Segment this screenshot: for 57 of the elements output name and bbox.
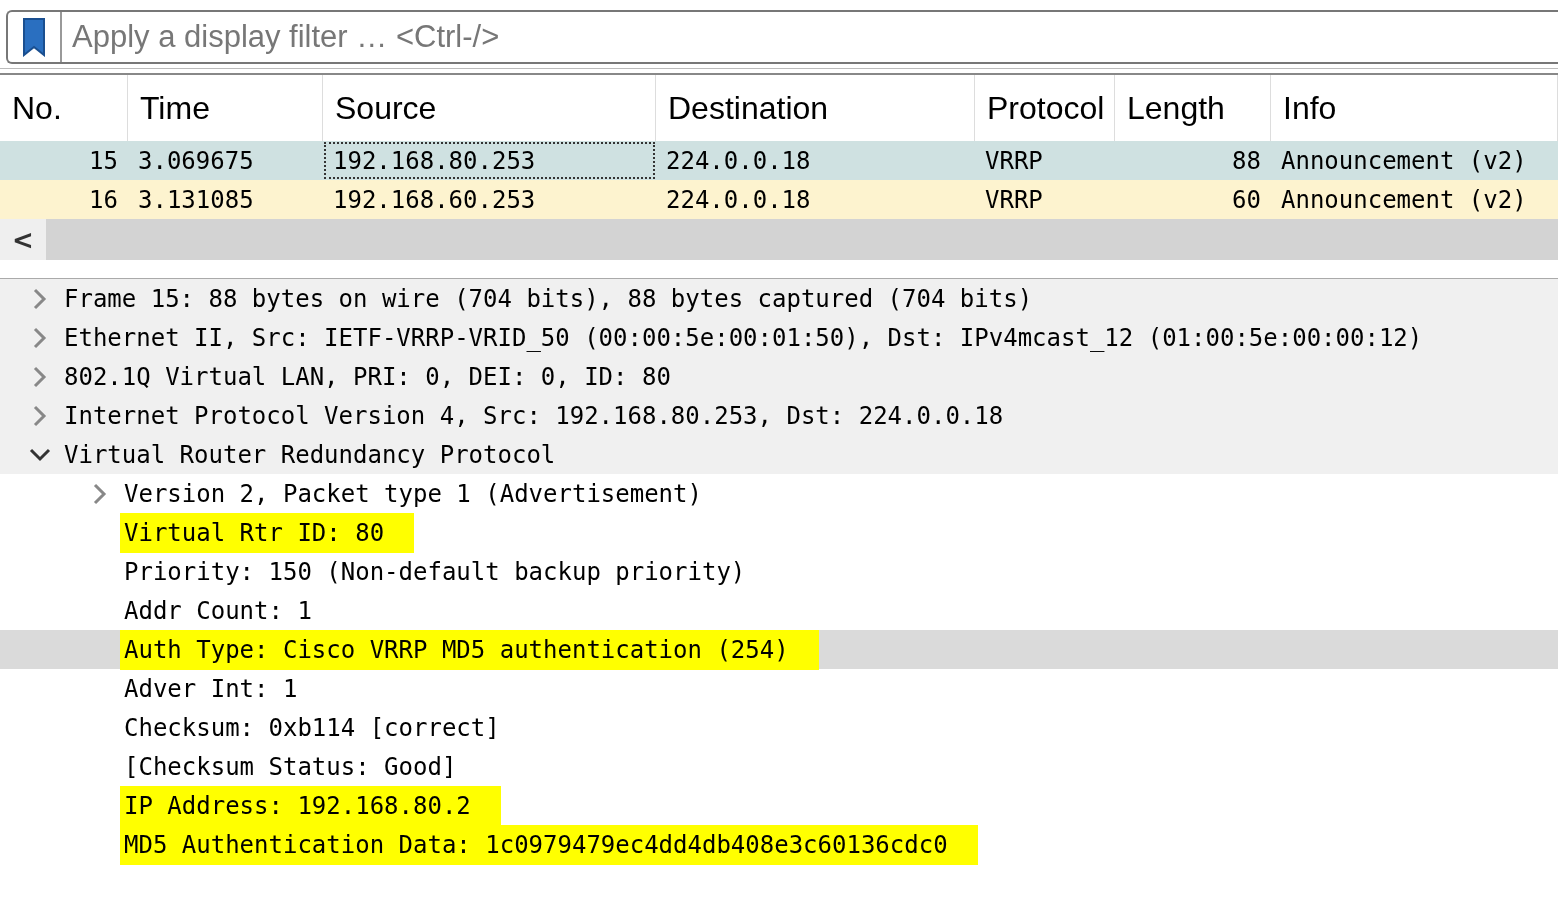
- tree-row[interactable]: Version 2, Packet type 1 (Advertisement): [0, 474, 1558, 513]
- tree-row[interactable]: Frame 15: 88 bytes on wire (704 bits), 88 bytes captured (704 bits): [0, 279, 1558, 318]
- tree-row[interactable]: Checksum: 0xb114 [correct]: [0, 708, 1558, 747]
- table-cell-text: 15: [88, 145, 119, 177]
- table-cell-text: 224.0.0.18: [665, 184, 812, 216]
- chevron-right-icon[interactable]: [33, 404, 47, 427]
- horizontal-scrollbar[interactable]: <: [0, 219, 1558, 260]
- packet-row[interactable]: 16 3.131085 192.168.60.253 224.0.0.18 VRRP 60 Announcement (v2): [0, 180, 1558, 219]
- tree-item-text: Internet Protocol Version 4, Src: 192.168.80.253, Dst: 224.0.0.18: [63, 400, 1005, 432]
- tree-row[interactable]: Virtual Router Redundancy Protocol: [0, 435, 1558, 474]
- tree-item-text: Auth Type: Cisco VRRP MD5 authentication (254): [120, 629, 819, 670]
- tree-row[interactable]: IP Address: 192.168.80.2: [0, 786, 1558, 825]
- tree-item-text: Adver Int: 1: [123, 673, 299, 705]
- display-filter-input[interactable]: Apply a display filter … <Ctrl-/>: [62, 18, 1558, 56]
- table-cell-text: 16: [88, 184, 119, 216]
- table-cell-text: 88: [1231, 145, 1262, 177]
- tree-item-text: IP Address: 192.168.80.2: [120, 785, 501, 826]
- table-cell-text: 3.131085: [137, 184, 255, 216]
- table-cell: 192.168.80.253: [323, 141, 656, 180]
- table-cell-text: 192.168.60.253: [332, 184, 537, 216]
- tree-item-text: [Checksum Status: Good]: [123, 751, 458, 783]
- tree-item-text: Addr Count: 1: [123, 595, 313, 627]
- tree-item-text: Ethernet II, Src: IETF-VRRP-VRID_50 (00:00:5e:00:01:50), Dst: IPv4mcast_12 (01:00:5e:00:00:12): [63, 322, 1424, 354]
- tree-row[interactable]: Internet Protocol Version 4, Src: 192.168.80.253, Dst: 224.0.0.18: [0, 396, 1558, 435]
- chevron-right-icon[interactable]: [93, 482, 107, 505]
- tree-row[interactable]: Auth Type: Cisco VRRP MD5 authentication (254): [0, 630, 1558, 669]
- tree-item-text: Virtual Router Redundancy Protocol: [63, 439, 557, 471]
- table-cell-text: 60: [1231, 184, 1262, 216]
- tree-row[interactable]: Virtual Rtr ID: 80: [0, 513, 1558, 552]
- tree-item-text: MD5 Authentication Data: 1c0979479ec4dd4db408e3c60136cdc0: [120, 824, 978, 865]
- tree-item-text: Frame 15: 88 bytes on wire (704 bits), 88 bytes captured (704 bits): [63, 283, 1034, 315]
- tree-item-text: Priority: 150 (Non-default backup priority): [123, 556, 747, 588]
- tree-item-text: Virtual Rtr ID: 80: [120, 512, 415, 553]
- tree-row[interactable]: MD5 Authentication Data: 1c0979479ec4dd4db408e3c60136cdc0: [0, 825, 1558, 864]
- tree-row[interactable]: [Checksum Status: Good]: [0, 747, 1558, 786]
- tree-item-text: Checksum: 0xb114 [correct]: [123, 712, 501, 744]
- table-cell-text: VRRP: [984, 184, 1044, 216]
- display-filter-field[interactable]: Apply a display filter … <Ctrl-/>: [6, 10, 1558, 64]
- chevron-right-icon[interactable]: [33, 287, 47, 310]
- packet-row[interactable]: 15 3.069675 192.168.80.253 224.0.0.18 VRRP 88 Announcement (v2): [0, 141, 1558, 180]
- chevron-right-icon[interactable]: [33, 365, 47, 388]
- tree-row[interactable]: Ethernet II, Src: IETF-VRRP-VRID_50 (00:00:5e:00:01:50), Dst: IPv4mcast_12 (01:00:5e:00:00:12): [0, 318, 1558, 357]
- tree-row[interactable]: Priority: 150 (Non-default backup priority): [0, 552, 1558, 591]
- table-cell-text: 3.069675: [137, 145, 255, 177]
- table-cell-text: VRRP: [984, 145, 1044, 177]
- table-cell-text: Announcement (v2): [1280, 145, 1528, 177]
- chevron-right-icon[interactable]: [33, 326, 47, 349]
- bookmark-icon[interactable]: [22, 17, 46, 57]
- tree-row[interactable]: 802.1Q Virtual LAN, PRI: 0, DEI: 0, ID: 80: [0, 357, 1558, 396]
- table-cell-text: Announcement (v2): [1280, 184, 1528, 216]
- tree-item-text: 802.1Q Virtual LAN, PRI: 0, DEI: 0, ID: 80: [63, 361, 672, 393]
- tree-row[interactable]: Addr Count: 1: [0, 591, 1558, 630]
- chevron-down-icon[interactable]: [29, 447, 51, 462]
- tree-item-text: Version 2, Packet type 1 (Advertisement): [123, 478, 703, 510]
- table-cell-text: 224.0.0.18: [665, 145, 812, 177]
- tree-row[interactable]: Adver Int: 1: [0, 669, 1558, 708]
- scroll-left-button[interactable]: <: [0, 219, 46, 260]
